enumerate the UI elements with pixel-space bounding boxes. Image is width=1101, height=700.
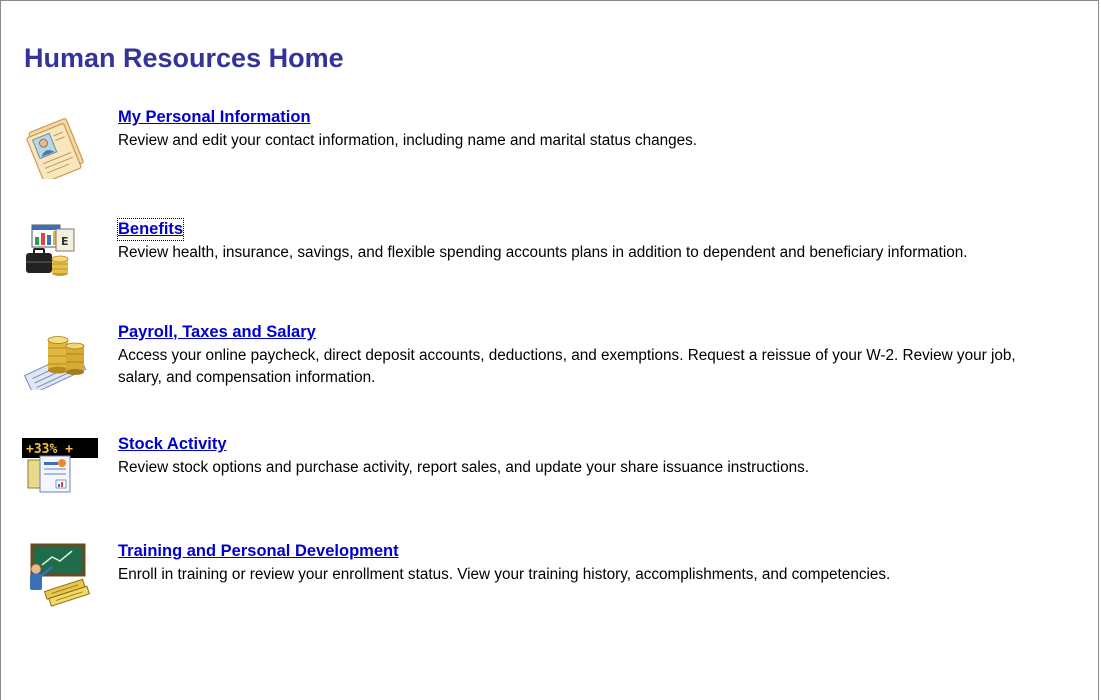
payroll-coins-icon	[18, 324, 98, 395]
page-title: Human Resources Home	[24, 43, 344, 73]
payroll-link[interactable]: Payroll, Taxes and Salary	[118, 322, 316, 343]
training-chalkboard-icon	[18, 541, 98, 607]
training-link[interactable]: Training and Personal Development	[118, 541, 399, 562]
stock-ticker-icon: +33% +	[18, 434, 98, 500]
stock-activity-description: Review stock options and purchase activi…	[118, 459, 809, 476]
benefits-link[interactable]: Benefits	[116, 218, 185, 241]
stock-activity-link[interactable]: Stock Activity	[118, 434, 227, 455]
item-text: Training and Personal Development Enroll…	[118, 541, 1018, 586]
personal-information-description: Review and edit your contact information…	[118, 132, 698, 149]
item-text: Payroll, Taxes and Salary Access your on…	[118, 322, 1018, 389]
payroll-description: Access your online paycheck, direct depo…	[118, 347, 1016, 386]
benefits-description: Review health, insurance, savings, and f…	[118, 244, 968, 261]
benefits-icon: E	[18, 219, 98, 285]
item-text: Benefits Review health, insurance, savin…	[116, 218, 1018, 264]
personal-information-link[interactable]: My Personal Information	[118, 107, 311, 128]
svg-text:E: E	[61, 235, 69, 248]
personal-information-icon	[18, 113, 98, 183]
stock-ticker-text: +33% +	[26, 442, 73, 457]
training-description: Enroll in training or review your enroll…	[118, 566, 891, 583]
item-text: Stock Activity Review stock options and …	[118, 434, 1018, 479]
item-text: My Personal Information Review and edit …	[118, 107, 1018, 152]
